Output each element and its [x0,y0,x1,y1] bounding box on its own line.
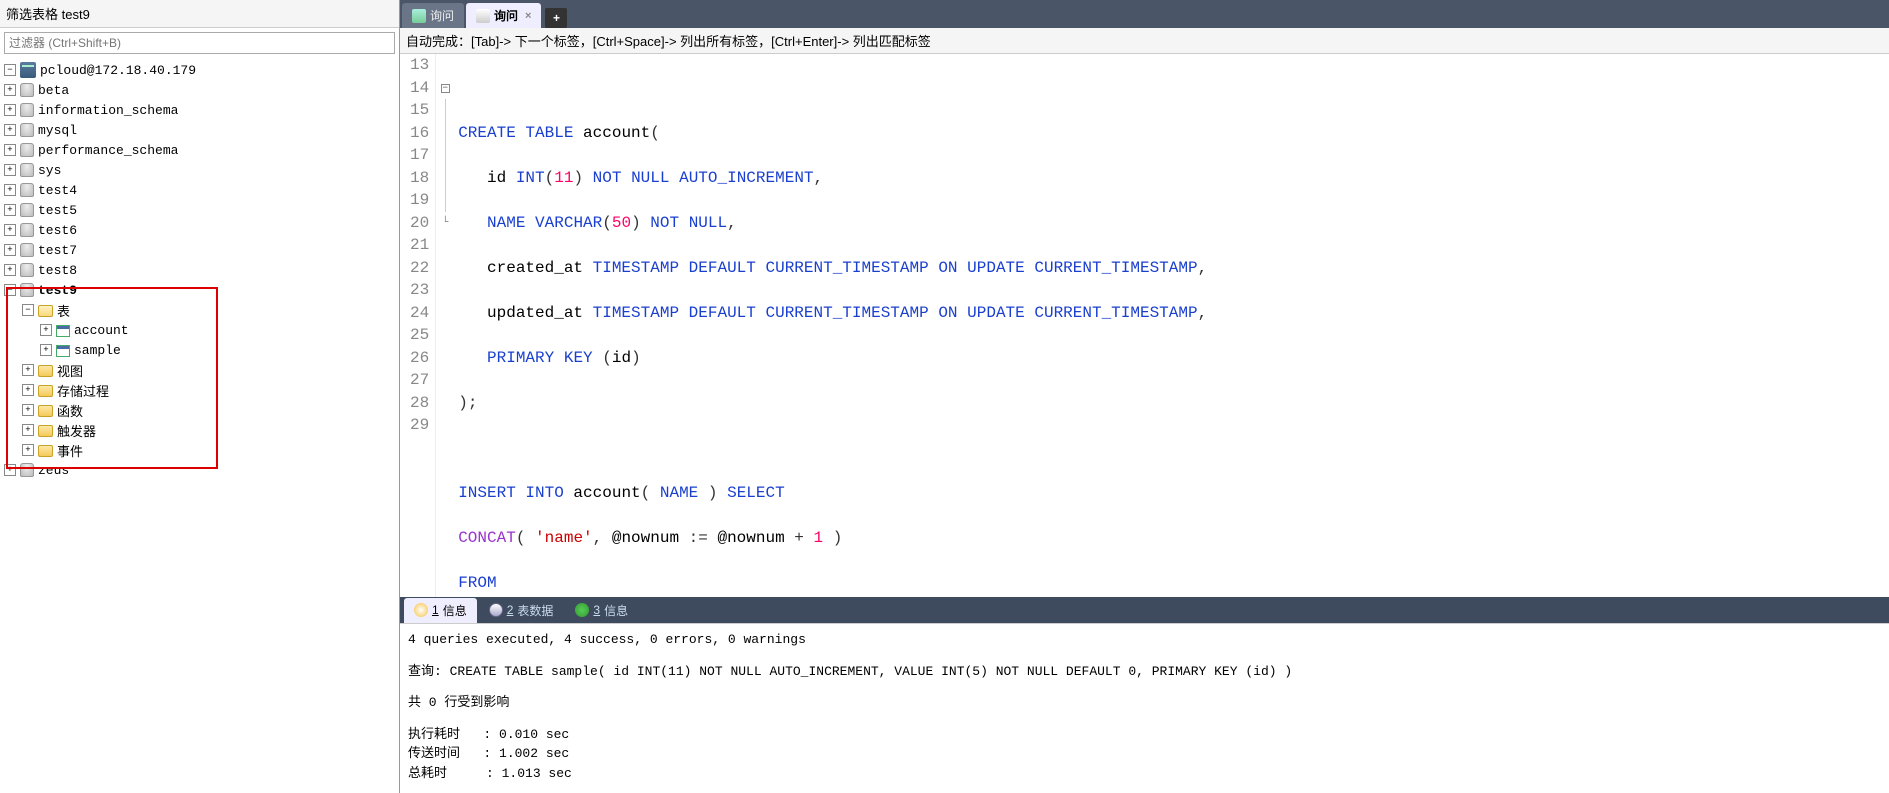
table-icon [56,325,70,337]
db-node[interactable]: +test5 [0,200,399,220]
code-area[interactable]: CREATE TABLE account( id INT(11) NOT NUL… [454,54,1889,597]
database-icon [20,163,34,177]
database-icon [20,283,34,297]
database-icon [20,103,34,117]
info-icon [414,603,428,617]
tables-folder[interactable]: −表 [0,300,399,320]
db-node[interactable]: +sys [0,160,399,180]
output-trans-time: 传送时间 : 1.002 sec [408,744,1881,764]
database-icon [20,123,34,137]
sidebar: 筛选表格 test9 − pcloud@172.18.40.179 +beta … [0,0,400,793]
fold-icon[interactable]: − [441,84,450,93]
procs-folder[interactable]: +存储过程 [0,380,399,400]
editor-tabbar: 询问 询问× + [400,0,1889,28]
database-icon [20,143,34,157]
output-affected: 共 0 行受到影响 [408,693,1881,713]
server-node[interactable]: − pcloud@172.18.40.179 [0,60,399,80]
output-panel[interactable]: 4 queries executed, 4 success, 0 errors,… [400,623,1889,793]
collapse-icon[interactable]: − [22,304,34,316]
folder-icon [38,365,53,377]
expand-icon[interactable]: + [22,404,34,416]
main-area: 询问 询问× + 自动完成：[Tab]-> 下一个标签，[Ctrl+Space]… [400,0,1889,793]
tab-info-1[interactable]: 1 信息 [404,598,477,623]
server-icon [20,62,36,78]
table-node[interactable]: +sample [0,340,399,360]
server-label: pcloud@172.18.40.179 [40,63,196,78]
db-node[interactable]: +mysql [0,120,399,140]
expand-icon[interactable]: + [4,104,16,116]
table-node[interactable]: +account [0,320,399,340]
expand-icon[interactable]: + [4,264,16,276]
database-icon [20,83,34,97]
add-tab-button[interactable]: + [545,8,567,28]
database-icon [20,463,34,477]
close-icon[interactable]: × [525,10,531,22]
filter-input[interactable] [4,32,395,54]
expand-icon[interactable]: + [4,244,16,256]
collapse-icon[interactable]: − [4,284,16,296]
fold-gutter: − └ [436,54,454,597]
tab-table-data[interactable]: 2 表数据 [479,598,564,623]
output-query: 查询: CREATE TABLE sample( id INT(11) NOT … [408,662,1881,682]
db-tree[interactable]: − pcloud@172.18.40.179 +beta +informatio… [0,58,399,793]
table-icon [56,345,70,357]
expand-icon[interactable]: + [4,204,16,216]
expand-icon[interactable]: + [40,324,52,336]
events-folder[interactable]: +事件 [0,440,399,460]
expand-icon[interactable]: + [22,444,34,456]
expand-icon[interactable]: + [40,344,52,356]
tab-info-3[interactable]: 3 信息 [565,598,638,623]
expand-icon[interactable]: + [4,164,16,176]
database-icon [20,243,34,257]
expand-icon[interactable]: + [4,464,16,476]
db-node[interactable]: +information_schema [0,100,399,120]
db-node[interactable]: +test8 [0,260,399,280]
database-icon [20,223,34,237]
db-node[interactable]: +test4 [0,180,399,200]
expand-icon[interactable]: + [22,364,34,376]
folder-icon [38,425,53,437]
autocomplete-hint: 自动完成：[Tab]-> 下一个标签，[Ctrl+Space]-> 列出所有标签… [400,28,1889,54]
grid-icon [489,603,503,617]
db-node[interactable]: +beta [0,80,399,100]
funcs-folder[interactable]: +函数 [0,400,399,420]
views-folder[interactable]: +视图 [0,360,399,380]
db-node[interactable]: +performance_schema [0,140,399,160]
output-total-time: 总耗时 : 1.013 sec [408,764,1881,784]
expand-icon[interactable]: + [4,224,16,236]
output-summary: 4 queries executed, 4 success, 0 errors,… [408,630,1881,650]
folder-icon [38,445,53,457]
sql-editor[interactable]: 1314151617181920212223242526272829 − └ C… [400,54,1889,597]
sidebar-title: 筛选表格 test9 [0,0,399,28]
query-icon [412,9,426,23]
database-icon [20,203,34,217]
result-tabbar: 1 信息 2 表数据 3 信息 [400,597,1889,623]
db-node[interactable]: +test7 [0,240,399,260]
expand-icon[interactable]: + [4,184,16,196]
database-icon [20,263,34,277]
expand-icon[interactable]: + [4,144,16,156]
query-icon [476,9,490,23]
expand-icon[interactable]: + [22,384,34,396]
triggers-folder[interactable]: +触发器 [0,420,399,440]
output-exec-time: 执行耗时 : 0.010 sec [408,725,1881,745]
line-gutter: 1314151617181920212223242526272829 [400,54,436,597]
info-icon [575,603,589,617]
db-node-open[interactable]: −test9 [0,280,399,300]
database-icon [20,183,34,197]
expand-icon[interactable]: − [4,64,16,76]
expand-icon[interactable]: + [22,424,34,436]
folder-icon [38,385,53,397]
db-node[interactable]: +test6 [0,220,399,240]
tab-query-1[interactable]: 询问 [402,3,464,28]
expand-icon[interactable]: + [4,124,16,136]
folder-icon [38,405,53,417]
db-node[interactable]: +zeus [0,460,399,480]
expand-icon[interactable]: + [4,84,16,96]
folder-open-icon [38,305,53,317]
tab-query-2[interactable]: 询问× [466,3,541,28]
